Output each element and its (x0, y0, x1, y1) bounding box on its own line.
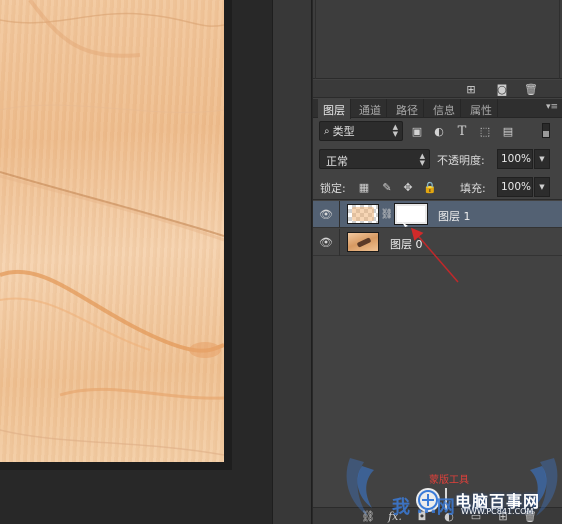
fill-label: 填充: (460, 182, 486, 195)
wood-grain-drawing (0, 0, 224, 456)
shape-filter-icon[interactable]: ⬚ (478, 124, 492, 138)
layer-name[interactable]: 图层 1 (438, 208, 471, 224)
upper-panel-border (315, 0, 560, 79)
lock-label: 锁定: (320, 182, 346, 195)
filter-toggle-switch[interactable] (542, 123, 550, 138)
upper-panel (313, 0, 562, 79)
layer-row-layer-1[interactable]: 👁 ⛓ 图层 1 (313, 201, 562, 228)
smart-object-filter-icon[interactable]: ▤ (501, 124, 515, 138)
layers-panel: ⊞ ◙ 🗑 图层 通道 路径 信息 属性 ▾≡ ⌕ 类型 ▲ ▼ ▣ ◐ T ⬚ … (313, 0, 562, 524)
panel-tabs: 图层 通道 路径 信息 属性 ▾≡ (313, 99, 562, 119)
layers-list-empty-area[interactable] (313, 256, 562, 506)
divider (313, 199, 562, 200)
panel-dock-strip (272, 0, 312, 524)
opacity-dropdown-button[interactable]: ▼ (534, 149, 550, 169)
lock-all-icon[interactable]: 🔒 (423, 180, 437, 194)
divider (339, 201, 340, 228)
eye-visibility-icon[interactable]: 👁 (318, 235, 334, 249)
layer-mask-thumbnail[interactable] (394, 203, 428, 225)
opacity-input[interactable]: 100% (497, 149, 533, 169)
filter-kind-label: 类型 (332, 125, 355, 138)
lock-transparent-icon[interactable]: ▦ (357, 180, 371, 194)
blend-row: 正常 ▲ ▼ 不透明度: 100% ▼ (313, 147, 562, 171)
tab-info[interactable]: 信息 (428, 99, 461, 118)
layer-thumbnail[interactable] (347, 204, 379, 224)
new-layer-icon[interactable]: ⊞ (463, 82, 479, 96)
chevron-updown-icon: ▲ ▼ (419, 152, 425, 167)
divider (339, 229, 340, 256)
tab-paths[interactable]: 路径 (391, 99, 424, 118)
adjustment-filter-icon[interactable]: ◐ (432, 124, 446, 138)
link-layers-icon[interactable]: ⛓ (360, 509, 376, 523)
layer-name[interactable]: 图层 0 (390, 236, 423, 252)
wood-texture-image[interactable] (0, 0, 224, 462)
chevron-updown-icon: ▲ ▼ (392, 123, 398, 138)
image-filter-icon[interactable]: ▣ (410, 124, 424, 138)
annotation-label: 蒙版工具 (429, 475, 469, 486)
panel-menu-icon[interactable]: ▾≡ (546, 102, 558, 112)
toggle-knob (543, 131, 549, 137)
upper-panel-toolbar: ⊞ ◙ 🗑 (313, 80, 562, 98)
blend-mode-select[interactable]: 正常 ▲ ▼ (319, 149, 430, 169)
lock-move-icon[interactable]: ✥ (401, 180, 415, 194)
search-icon: ⌕ (324, 125, 330, 137)
camera-icon[interactable]: ◙ (494, 82, 510, 96)
lock-paint-icon[interactable]: ✎ (380, 180, 394, 194)
fill-input[interactable]: 100% (497, 177, 533, 197)
type-filter-icon[interactable]: T (455, 124, 469, 139)
watermark-url: WWW.PC841.COM (461, 507, 534, 516)
mask-link-chain-icon[interactable]: ⛓ (381, 207, 394, 221)
blend-mode-value: 正常 (326, 155, 348, 168)
opacity-label: 不透明度: (437, 154, 485, 167)
lock-row: 锁定: ▦ ✎ ✥ 🔒 填充: 100% ▼ (313, 175, 562, 199)
trash-icon[interactable]: 🗑 (523, 82, 539, 96)
tab-channels[interactable]: 通道 (354, 99, 387, 118)
layer-filter-row: ⌕ 类型 ▲ ▼ ▣ ◐ T ⬚ ▤ (313, 119, 562, 143)
fill-dropdown-button[interactable]: ▼ (534, 177, 550, 197)
tab-properties[interactable]: 属性 (465, 99, 498, 118)
document-frame (0, 0, 232, 470)
eye-visibility-icon[interactable]: 👁 (318, 207, 334, 221)
canvas-area[interactable] (0, 0, 312, 524)
layer-thumbnail[interactable] (347, 232, 379, 252)
filter-kind-select[interactable]: ⌕ 类型 ▲ ▼ (319, 121, 403, 141)
watermark-blue-text: 我 ...网 (392, 497, 455, 518)
tab-layers[interactable]: 图层 (318, 99, 351, 119)
layer-row-layer-0[interactable]: 👁 图层 0 (313, 229, 562, 256)
